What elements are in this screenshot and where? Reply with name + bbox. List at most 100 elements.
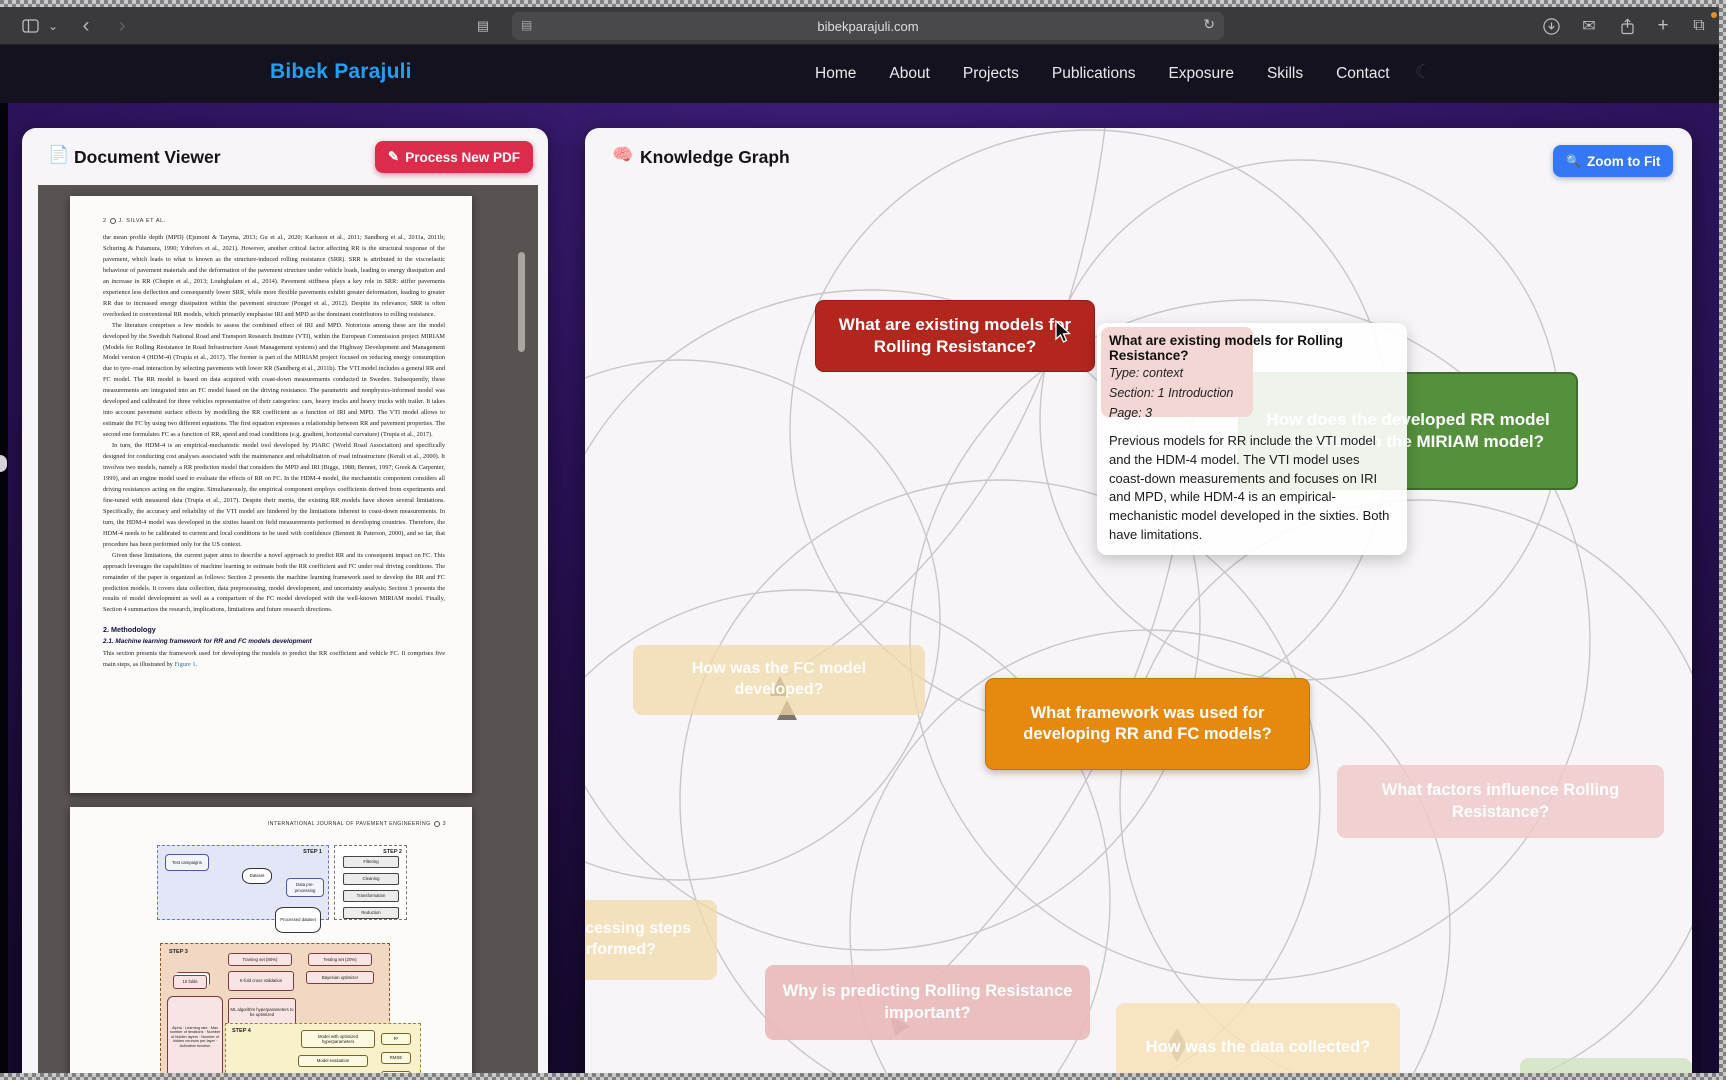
tabs-icon: ⧉	[1693, 17, 1705, 34]
recording-indicator-dot	[1711, 12, 1717, 18]
flow-node-transformation: Transformation	[343, 890, 399, 902]
journal-name: INTERNATIONAL JOURNAL OF PAVEMENT ENGINE…	[267, 821, 431, 827]
nav-item-contact[interactable]: Contact	[1336, 65, 1389, 83]
download-icon	[1542, 17, 1560, 35]
tooltip-type: Type: context	[1109, 366, 1184, 380]
flow-node-model-optimized: Model with optimized hyperparameters	[301, 1030, 375, 1048]
flowchart-step4-box: STEP 4 Model with optimized hyperparamet…	[225, 1023, 421, 1080]
flow-node-10-folds: 10 folds	[173, 975, 207, 989]
flow-node-kfold: K-fold cross Validation	[228, 971, 294, 991]
graph-node-data-collected[interactable]: How was the data collected?	[1116, 1003, 1400, 1080]
flow-node-processed-dataset: Processed dataset	[275, 907, 321, 933]
graph-node-framework[interactable]: What framework was used for developing R…	[985, 678, 1310, 770]
flow-node-model-evaluation: Model evaluation	[298, 1055, 368, 1067]
graph-edges	[585, 128, 1692, 1080]
chevron-down-icon: ⌄	[47, 19, 59, 33]
downloads-button[interactable]	[1536, 7, 1566, 45]
url-text: bibekparajuli.com	[817, 18, 919, 34]
site-navbar: Bibek Parajuli Home About Projects Publi…	[0, 45, 1726, 103]
pdf-paragraph: In turn, the HDM-4 is an empirical-mecha…	[103, 442, 445, 548]
flow-node-testing-set: Testing set (20%)	[308, 953, 372, 966]
mouse-cursor	[1055, 320, 1072, 343]
pdf-page1-header: 2 J. SILVA ET AL.	[103, 218, 445, 224]
pen-icon: ✎	[387, 149, 400, 164]
sidebar-icon	[21, 19, 39, 33]
share-button[interactable]	[1612, 7, 1642, 45]
pdf-paragraph: The literature comprises a few models to…	[103, 321, 445, 439]
pdf-page-number: 2	[103, 218, 107, 224]
flow-node-ml-hyperparameters: ML algorithm hyperparameters to be optim…	[228, 998, 296, 1026]
forward-icon: ›	[118, 14, 126, 37]
pdf-paragraph-end: .	[195, 661, 198, 669]
nav-item-about[interactable]: About	[889, 65, 930, 83]
document-viewer-panel: 📄 Document Viewer ✎ Process New PDF 2 J.…	[22, 128, 548, 1080]
address-bar[interactable]: ▤ bibekparajuli.com ↻	[512, 12, 1224, 40]
document-viewer-header: 📄 Document Viewer ✎ Process New PDF	[22, 128, 548, 185]
graph-node-preprocessing-steps[interactable]: What preprocessing steps were performed?	[585, 900, 717, 980]
page-background: 📄 Document Viewer ✎ Process New PDF 2 J.…	[0, 103, 1726, 1080]
page-settings-button[interactable]: ▤	[472, 7, 494, 45]
pdf-paragraph-text: This section presents the framework used…	[103, 650, 445, 669]
open-access-icon	[109, 218, 116, 224]
journal-page-number: 3	[442, 821, 446, 827]
browser-toolbar: ⌄ ‹ › ▤ ▤ bibekparajuli.com ↻ ✉ + ⧉	[0, 7, 1726, 45]
flow-node-r2: R²	[381, 1033, 411, 1045]
nav-item-exposure[interactable]: Exposure	[1168, 65, 1233, 83]
flow-node-bayesian-optimizer: Bayesian optimizer	[306, 971, 374, 984]
mail-button[interactable]: ✉	[1574, 7, 1604, 45]
flow-node-reduction: Reduction	[343, 907, 399, 919]
reader-icon: ▤	[476, 18, 490, 33]
process-new-pdf-button[interactable]: ✎ Process New PDF	[374, 141, 533, 173]
flow-node-training-set: Training set (80%)	[228, 953, 292, 966]
back-button[interactable]: ‹	[74, 7, 98, 45]
nav-item-home[interactable]: Home	[815, 65, 856, 83]
flow-node-filtering: Filtering	[343, 856, 399, 868]
browser-window: ⌄ ‹ › ▤ ▤ bibekparajuli.com ↻ ✉ + ⧉ Bibe…	[0, 0, 1726, 1080]
figure-1-link[interactable]: Figure 1	[174, 661, 195, 668]
new-tab-button[interactable]: +	[1648, 7, 1678, 45]
site-logo[interactable]: Bibek Parajuli	[270, 60, 412, 84]
sidebar-toggle-button[interactable]	[17, 7, 43, 45]
step3-label: STEP 3	[169, 949, 188, 955]
plus-icon: +	[1657, 15, 1669, 36]
share-icon	[1620, 17, 1634, 34]
moon-icon: ☾	[1415, 62, 1433, 83]
tooltip-title: What are existing models for Rolling Res…	[1109, 333, 1344, 363]
flow-node-preprocessing: Data pre-processing	[286, 878, 324, 897]
pdf-paragraph: Given these limitations, the current pap…	[103, 551, 445, 614]
graph-node-factors-influence[interactable]: What factors influence Rolling Resistanc…	[1337, 765, 1664, 838]
flow-node-hyperparameter-list: Alpha · Learning rate · Max number of it…	[167, 996, 223, 1078]
step2-label: STEP 2	[383, 849, 402, 855]
back-icon: ‹	[82, 14, 90, 37]
graph-canvas[interactable]: What are existing models for Rolling Res…	[585, 128, 1692, 1080]
graph-node-why-predicting[interactable]: Why is predicting Rolling Resistance imp…	[765, 965, 1090, 1040]
window-left-edge	[0, 103, 8, 1080]
nav-links: Home About Projects Publications Exposur…	[815, 45, 1390, 103]
knowledge-graph-panel: 🧠 Knowledge Graph 🔍 Zoom to Fit What are…	[585, 128, 1692, 1080]
screenshot-edge-artifact	[0, 0, 1726, 7]
tab-overview-button[interactable]: ⧉	[1684, 7, 1714, 45]
pdf-scrollbar-thumb[interactable]	[518, 252, 525, 352]
reload-icon[interactable]: ↻	[1203, 16, 1215, 33]
pdf-page2-header: INTERNATIONAL JOURNAL OF PAVEMENT ENGINE…	[268, 821, 446, 827]
forward-button[interactable]: ›	[110, 7, 134, 45]
pdf-page1-body: the mean profile depth (MPD) (Ejsmont & …	[103, 233, 445, 671]
pdf-paragraph: the mean profile depth (MPD) (Ejsmont & …	[103, 234, 445, 318]
sidebar-chevron-button[interactable]: ⌄	[44, 7, 62, 45]
step4-label: STEP 4	[232, 1028, 251, 1034]
graph-node-fc-model-developed[interactable]: How was the FC model developed?	[633, 645, 925, 715]
pdf-subsection-heading: 2.1. Machine learning framework for RR a…	[103, 638, 312, 646]
open-access-icon	[433, 821, 440, 827]
flowchart-step2-box: STEP 2 Filtering Cleaning Transformation…	[334, 845, 407, 920]
pdf-section-heading: 2. Methodology	[103, 625, 156, 635]
pdf-viewer[interactable]: 2 J. SILVA ET AL. the mean profile depth…	[38, 185, 538, 1080]
screenshot-edge-artifact	[1719, 0, 1726, 1080]
process-new-pdf-label: Process New PDF	[405, 149, 520, 165]
dark-mode-toggle[interactable]: ☾	[1415, 61, 1432, 84]
tooltip-page: Page: 3	[1109, 405, 1153, 420]
pdf-page-2: INTERNATIONAL JOURNAL OF PAVEMENT ENGINE…	[70, 807, 472, 1080]
nav-item-skills[interactable]: Skills	[1267, 65, 1303, 83]
nav-item-projects[interactable]: Projects	[963, 65, 1019, 83]
nav-item-publications[interactable]: Publications	[1052, 65, 1136, 83]
pdf-authors: J. SILVA ET AL.	[118, 218, 166, 224]
